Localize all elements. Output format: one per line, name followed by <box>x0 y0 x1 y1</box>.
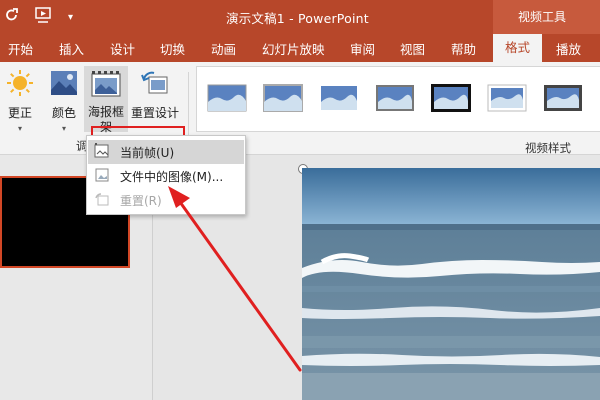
annotation-arrow <box>168 186 302 372</box>
